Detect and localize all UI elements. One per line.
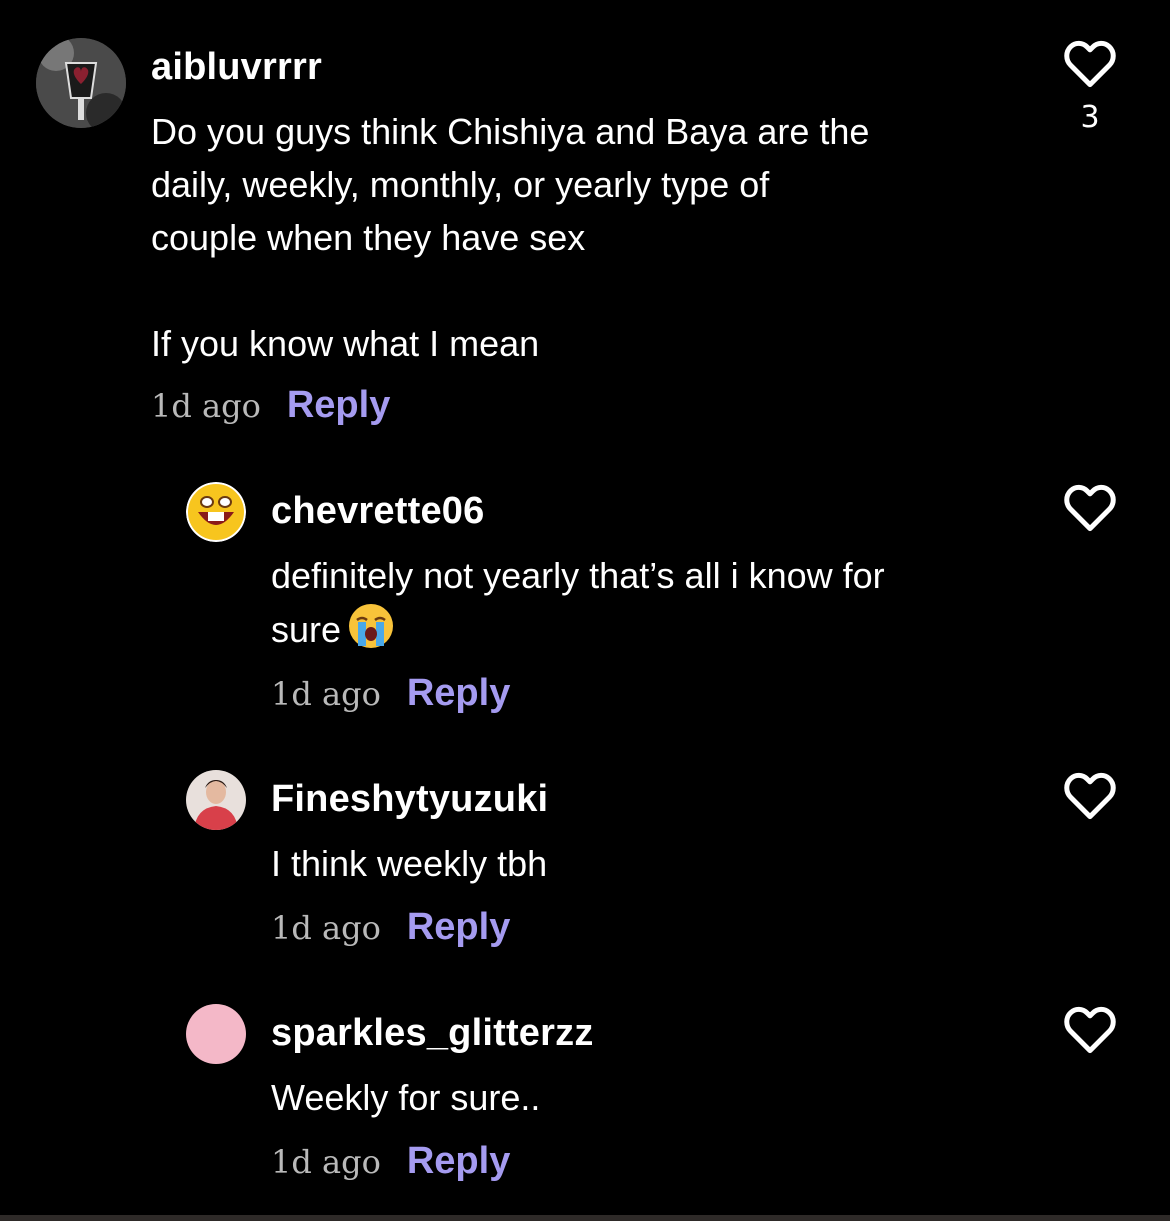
username[interactable]: chevrette06 (271, 490, 484, 533)
comment-line: daily, weekly, monthly, or yearly type o… (151, 164, 770, 205)
comment-meta: 1d ago Reply (271, 1140, 510, 1183)
username[interactable]: Fineshytyuzuki (271, 778, 548, 821)
comment-meta: 1d ago Reply (151, 384, 390, 427)
reply-button[interactable]: Reply (287, 384, 390, 427)
comment-line: definitely not yearly that’s all i know … (271, 555, 885, 596)
comment-text: definitely not yearly that’s all i know … (271, 549, 1071, 656)
avatar[interactable] (186, 770, 246, 830)
comment-line: Weekly for sure.. (271, 1077, 541, 1118)
like-count: 3 (1080, 100, 1100, 135)
avatar[interactable] (186, 482, 246, 542)
comment-text: Do you guys think Chishiya and Baya are … (151, 105, 951, 370)
comment-meta: 1d ago Reply (271, 906, 510, 949)
timestamp: 1d ago (271, 909, 381, 947)
timestamp: 1d ago (271, 1143, 381, 1181)
timestamp: 1d ago (271, 675, 381, 713)
avatar[interactable] (36, 38, 126, 128)
bottom-divider (0, 1215, 1170, 1221)
comment-line: If you know what I mean (151, 323, 540, 364)
comment-line-with-emoji: sure (271, 602, 1071, 656)
heart-icon[interactable] (1062, 1004, 1118, 1054)
crying-face-icon (347, 602, 395, 650)
comment-line: I think weekly tbh (271, 843, 548, 884)
heart-icon[interactable] (1062, 38, 1118, 88)
comment-line: Do you guys think Chishiya and Baya are … (151, 111, 870, 152)
heart-icon[interactable] (1062, 770, 1118, 820)
comment-text: I think weekly tbh (271, 837, 1071, 890)
username[interactable]: aibluvrrrr (151, 46, 322, 89)
reply-button[interactable]: Reply (407, 906, 510, 949)
timestamp: 1d ago (151, 387, 261, 425)
heart-icon[interactable] (1062, 482, 1118, 532)
comment-line: couple when they have sex (151, 217, 586, 258)
comment-meta: 1d ago Reply (271, 672, 510, 715)
comment-line: sure (271, 609, 342, 650)
username[interactable]: sparkles_glitterzz (271, 1012, 594, 1055)
reply-button[interactable]: Reply (407, 1140, 510, 1183)
comment-text: Weekly for sure.. (271, 1071, 1071, 1124)
avatar[interactable] (186, 1004, 246, 1064)
reply-button[interactable]: Reply (407, 672, 510, 715)
